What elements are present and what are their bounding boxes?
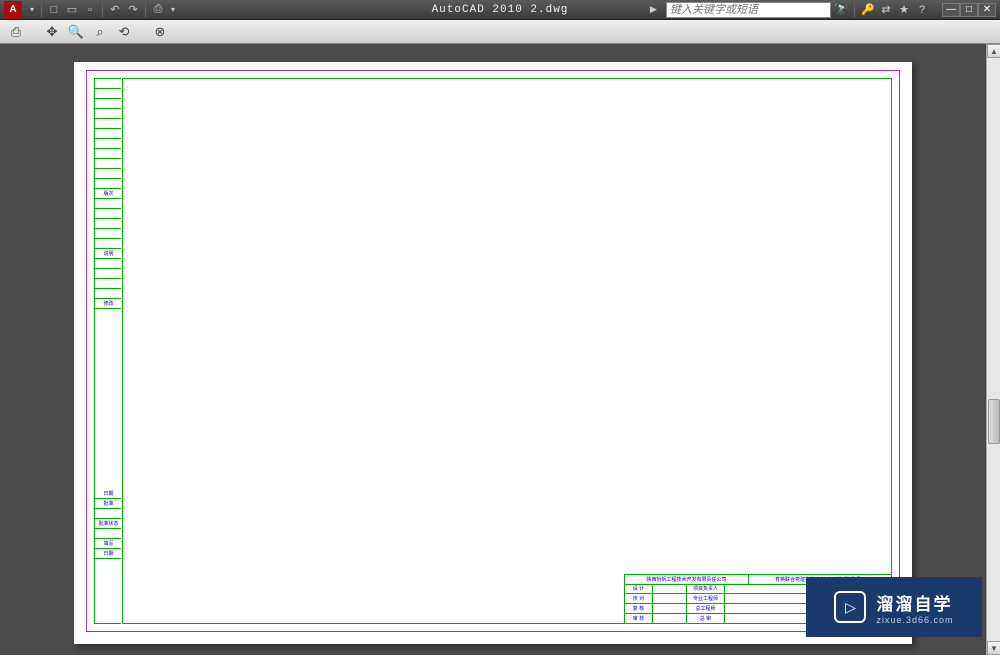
rev-label: 填写: [95, 539, 121, 549]
scroll-down-icon[interactable]: ▼: [987, 641, 1000, 655]
tb-cell: 复 核: [625, 604, 653, 613]
menu-dropdown-icon[interactable]: ▾: [26, 2, 38, 18]
rev-cell: [95, 259, 121, 269]
zoom-previous-button[interactable]: ⟲: [114, 23, 134, 41]
rev-label: 说明: [95, 249, 121, 259]
paper-sheet: 版次 说明 修改 日期 批准 批准状态 填写 日期 陕西怡帆工程技术开发有限责任…: [74, 62, 912, 644]
pan-button[interactable]: ✥: [42, 23, 62, 41]
tb-cell: [653, 604, 687, 613]
help-icon[interactable]: ?: [914, 2, 930, 18]
close-preview-button[interactable]: ⊗: [150, 23, 170, 41]
open-button[interactable]: ▭: [63, 2, 81, 18]
plot-button[interactable]: ⎙: [6, 23, 26, 41]
tb-cell: [653, 585, 687, 594]
rev-cell: [95, 169, 121, 179]
rev-label: 批准: [95, 499, 121, 509]
scroll-thumb[interactable]: [988, 399, 1000, 444]
rev-cell: [95, 209, 121, 219]
rev-label: 版次: [95, 189, 121, 199]
watermark-title: 溜溜自学: [876, 590, 953, 615]
drawing-area[interactable]: 版次 说明 修改 日期 批准 批准状态 填写 日期 陕西怡帆工程技术开发有限责任…: [0, 44, 986, 655]
tb-cell: 设 计: [625, 585, 653, 594]
rev-cell: [95, 229, 121, 239]
rev-label: 日期: [95, 489, 121, 499]
tb-cell: 总工程师: [687, 604, 725, 613]
inner-frame: [122, 78, 892, 624]
vertical-scrollbar[interactable]: ▲ ▼: [986, 44, 1000, 655]
company-cell: 陕西怡帆工程技术开发有限责任公司: [625, 575, 749, 584]
watermark-text: 溜溜自学 zixue.3d66.com: [876, 590, 953, 625]
exchange-icon[interactable]: ⇄: [878, 2, 894, 18]
qat-dropdown-icon[interactable]: ▾: [167, 2, 179, 18]
watermark: ▷ 溜溜自学 zixue.3d66.com: [806, 577, 982, 637]
preview-toolbar: ⎙ ✥ 🔍 ⌕ ⟲ ⊗: [0, 20, 1000, 44]
separator: [145, 3, 146, 17]
rev-label: 日期: [95, 549, 121, 559]
rev-cell: [95, 139, 121, 149]
maximize-button[interactable]: □: [960, 3, 978, 17]
search-input[interactable]: [666, 2, 831, 18]
new-button[interactable]: □: [45, 2, 63, 18]
tb-cell: 总 审: [687, 614, 725, 623]
scroll-up-icon[interactable]: ▲: [987, 44, 1000, 58]
star-icon[interactable]: ★: [896, 2, 912, 18]
window-controls: — □ ✕: [942, 3, 996, 17]
redo-button[interactable]: ↷: [124, 2, 142, 18]
rev-cell: [95, 99, 121, 109]
rev-cell: [95, 529, 121, 539]
tb-cell: 项目负责人: [687, 585, 725, 594]
print-button[interactable]: ⎙: [149, 2, 167, 18]
rev-cell: [95, 89, 121, 99]
app-icon[interactable]: A: [4, 1, 22, 19]
right-tools: ▶ 🔭 🔑 ⇄ ★ ? — □ ✕: [650, 2, 996, 18]
rev-cell: [95, 159, 121, 169]
separator: [102, 3, 103, 17]
rev-cell: [95, 289, 121, 299]
rev-cell: [95, 129, 121, 139]
save-button[interactable]: ▫: [81, 2, 99, 18]
rev-cell: [95, 199, 121, 209]
rev-cell: [95, 239, 121, 249]
tb-cell: [653, 594, 687, 603]
separator: [854, 3, 855, 17]
zoom-button[interactable]: 🔍: [66, 23, 86, 41]
separator: [41, 3, 42, 17]
close-button[interactable]: ✕: [978, 3, 996, 17]
play-icon: ▷: [834, 591, 866, 623]
window-title: AutoCAD 2010 2.dwg: [432, 4, 569, 16]
binoculars-icon[interactable]: 🔭: [833, 2, 849, 18]
rev-cell: [95, 119, 121, 129]
rev-cell: [95, 269, 121, 279]
rev-cell: [95, 79, 121, 89]
minimize-button[interactable]: —: [942, 3, 960, 17]
revision-column: 版次 说明 修改 日期 批准 批准状态 填写 日期: [94, 78, 121, 624]
rev-cell: [95, 179, 121, 189]
rev-cell: [95, 219, 121, 229]
tb-cell: 校 对: [625, 594, 653, 603]
zoom-window-button[interactable]: ⌕: [90, 23, 110, 41]
rev-label: 修改: [95, 299, 121, 309]
titlebar: A ▾ □ ▭ ▫ ↶ ↷ ⎙ ▾ AutoCAD 2010 2.dwg ▶ 🔭…: [0, 0, 1000, 20]
rev-cell: [95, 149, 121, 159]
tb-cell: [653, 614, 687, 623]
watermark-url: zixue.3d66.com: [876, 615, 953, 625]
rev-label: 批准状态: [95, 519, 121, 529]
search-play-icon[interactable]: ▶: [650, 3, 664, 17]
tb-cell: 审 核: [625, 614, 653, 623]
rev-cell: [95, 509, 121, 519]
undo-button[interactable]: ↶: [106, 2, 124, 18]
rev-cell: [95, 109, 121, 119]
key-icon[interactable]: 🔑: [860, 2, 876, 18]
rev-gap: [95, 309, 121, 489]
rev-cell: [95, 279, 121, 289]
tb-cell: 专业工程师: [687, 594, 725, 603]
